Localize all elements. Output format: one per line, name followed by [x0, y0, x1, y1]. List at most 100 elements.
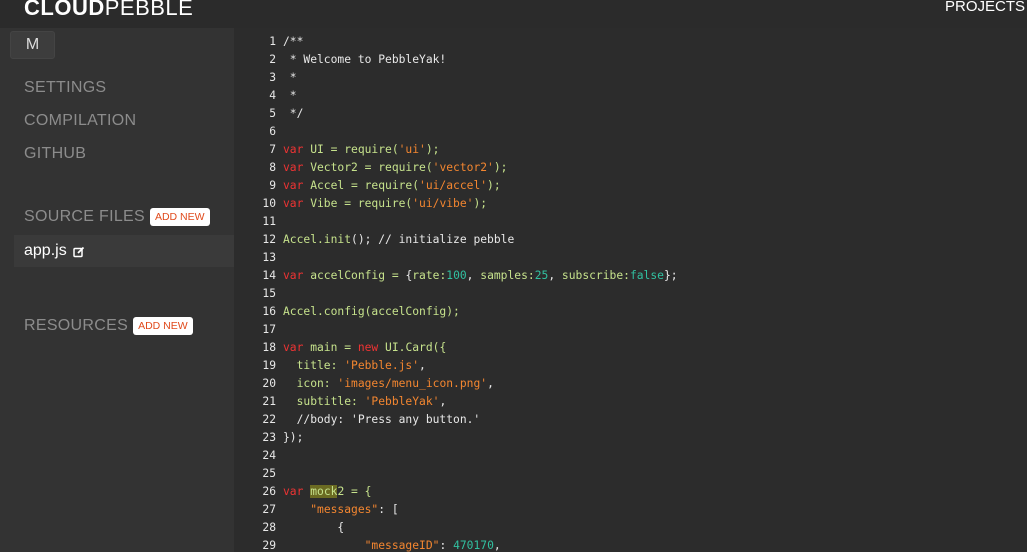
code-text: var Vibe = require('ui/vibe');	[283, 195, 487, 213]
code-token: UI.Card({	[378, 341, 447, 354]
line-number: 13	[262, 251, 276, 264]
code-token: */	[283, 107, 304, 120]
code-text: "messages": [	[283, 501, 398, 519]
code-text: Accel.config(accelConfig);	[283, 303, 460, 321]
code-text: var UI = require('ui');	[283, 141, 439, 159]
code-line[interactable]: 28 {	[234, 519, 1027, 537]
nav-compilation[interactable]: COMPILATION	[24, 112, 136, 130]
line-number: 22	[262, 413, 276, 426]
code-token: title:	[283, 359, 345, 372]
code-token: 'vector2'	[432, 161, 494, 174]
code-editor[interactable]: 1/** 2 * Welcome to PebbleYak! 3 * 4 * 5 */6…	[234, 28, 1027, 552]
code-line[interactable]: 20 icon: 'images/menu_icon.png',	[234, 375, 1027, 393]
code-token: main =	[303, 341, 358, 354]
code-line[interactable]: 21 subtitle: 'PebbleYak',	[234, 393, 1027, 411]
code-token: Accel = require(	[303, 179, 420, 192]
code-token: };	[663, 269, 678, 282]
code-token: (); // initialize pebble	[351, 233, 515, 246]
line-number: 7	[269, 143, 276, 156]
line-number: 10	[262, 197, 276, 210]
file-name: app.js	[24, 242, 67, 259]
line-number: 8	[269, 161, 276, 174]
code-line[interactable]: 4 *	[234, 87, 1027, 105]
code-text: icon: 'images/menu_icon.png',	[283, 375, 494, 393]
code-line[interactable]: 13	[234, 249, 1027, 267]
edit-icon[interactable]	[72, 245, 85, 258]
line-number: 14	[262, 269, 276, 282]
code-line[interactable]: 10 var Vibe = require('ui/vibe');	[234, 195, 1027, 213]
code-token: mock	[310, 485, 338, 498]
code-line[interactable]: 25	[234, 465, 1027, 483]
code-text: var Accel = require('ui/accel');	[283, 177, 501, 195]
cloudpebble-logo[interactable]: CLOUDPEBBLE	[24, 0, 193, 22]
resources-label: RESOURCES	[24, 317, 129, 334]
code-line[interactable]: 7 var UI = require('ui');	[234, 141, 1027, 159]
add-resource-button[interactable]: ADD NEW	[133, 317, 193, 335]
code-line[interactable]: 11	[234, 213, 1027, 231]
code-line[interactable]: 15	[234, 285, 1027, 303]
code-line[interactable]: 6	[234, 123, 1027, 141]
code-line[interactable]: 22 //body: 'Press any button.'	[234, 411, 1027, 429]
add-source-file-button[interactable]: ADD NEW	[149, 208, 210, 226]
code-token: var	[283, 143, 304, 156]
line-number: 12	[262, 233, 276, 246]
code-token: icon:	[283, 377, 338, 390]
nav-settings[interactable]: SETTINGS	[24, 79, 106, 97]
code-line[interactable]: 3 *	[234, 69, 1027, 87]
code-token: );	[493, 161, 508, 174]
code-line[interactable]: 19 title: 'Pebble.js',	[234, 357, 1027, 375]
code-line[interactable]: 27 "messages": [	[234, 501, 1027, 519]
code-token: ,	[487, 377, 494, 390]
code-text: */	[283, 105, 304, 123]
code-line[interactable]: 12 Accel.init(); // initialize pebble	[234, 231, 1027, 249]
code-line[interactable]: 2 * Welcome to PebbleYak!	[234, 51, 1027, 69]
code-line[interactable]: 8 var Vector2 = require('vector2');	[234, 159, 1027, 177]
line-number: 20	[262, 377, 276, 390]
code-line[interactable]: 18 var main = new UI.Card({	[234, 339, 1027, 357]
line-number: 18	[262, 341, 276, 354]
code-token: 470170	[453, 539, 494, 552]
line-number: 11	[262, 215, 276, 228]
code-line[interactable]: 9 var Accel = require('ui/accel');	[234, 177, 1027, 195]
code-line[interactable]: 23});	[234, 429, 1027, 447]
code-token: 'ui/accel'	[419, 179, 488, 192]
line-number: 19	[262, 359, 276, 372]
code-line[interactable]: 17	[234, 321, 1027, 339]
code-text: "messageID": 470170,	[283, 537, 501, 552]
code-token: subtitle:	[283, 395, 365, 408]
projects-link[interactable]: PROJECTS	[945, 0, 1025, 19]
line-number: 3	[269, 71, 276, 84]
code-line[interactable]: 29 "messageID": 470170,	[234, 537, 1027, 552]
line-number: 21	[262, 395, 276, 408]
code-token: false	[629, 269, 664, 282]
code-text: subtitle: 'PebbleYak',	[283, 393, 447, 411]
file-item-app-js[interactable]: app.js	[14, 235, 234, 267]
code-token: ,	[548, 269, 562, 282]
code-text: var accelConfig = {rate:100, samples:25,…	[283, 267, 678, 285]
code-line[interactable]: 16 Accel.config(accelConfig);	[234, 303, 1027, 321]
code-token: 100	[446, 269, 467, 282]
m-button[interactable]: M	[10, 31, 55, 59]
line-number: 26	[262, 485, 276, 498]
code-token: var	[283, 269, 304, 282]
nav-github[interactable]: GITHUB	[24, 145, 86, 163]
code-line[interactable]: 1 /**	[234, 33, 1027, 51]
code-token: Vibe = require(	[303, 197, 413, 210]
code-line[interactable]: 5 */	[234, 105, 1027, 123]
code-token: :	[439, 539, 454, 552]
top-bar: CLOUDPEBBLE PROJECTS	[0, 0, 1027, 28]
line-number: 17	[262, 323, 276, 336]
code-line[interactable]: 14 var accelConfig = {rate:100, samples:2…	[234, 267, 1027, 285]
code-token: "messages"	[310, 503, 379, 516]
line-number: 23	[262, 431, 276, 444]
code-token: 'PebbleYak'	[364, 395, 440, 408]
code-line[interactable]: 24	[234, 447, 1027, 465]
code-line[interactable]: 26 var mock2 = {	[234, 483, 1027, 501]
code-token: * Welcome to PebbleYak!	[283, 53, 447, 66]
code-token: var	[283, 161, 304, 174]
line-number: 27	[262, 503, 276, 516]
code-token: var	[283, 197, 304, 210]
line-number: 24	[262, 449, 276, 462]
code-token: );	[425, 143, 440, 156]
code-token: ,	[439, 395, 447, 408]
